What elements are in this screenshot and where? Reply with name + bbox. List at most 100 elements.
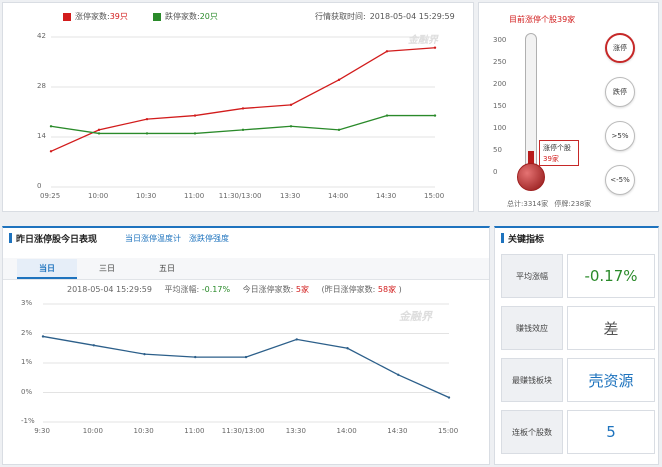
series-point-1: [49, 125, 53, 128]
info-time: 2018-05-04 15:29:59: [67, 285, 152, 294]
series-point-0: [41, 335, 45, 338]
prev-limit-label: (昨日涨停家数:: [321, 285, 376, 294]
limit-up-swatch: [63, 12, 71, 21]
thermometer-totals: 总计:3314家 停牌:238家: [507, 199, 591, 209]
y-tick-label: 42: [37, 32, 46, 40]
avg-change-label: 平均涨幅:: [164, 285, 200, 294]
series-point-0: [337, 78, 341, 82]
x-tick-label: 09:25: [40, 192, 61, 200]
indicator-label: 连板个股数: [501, 410, 563, 454]
tab-today[interactable]: 当日: [17, 259, 77, 279]
y-tick-label: -1%: [21, 417, 35, 425]
fetch-time-label: 行情获取时间:: [315, 12, 366, 21]
x-tick-label: 11:00: [184, 427, 205, 435]
series-point-1: [97, 132, 101, 135]
limit-down-label: 跌停家数:: [165, 12, 200, 21]
link-limit-strength[interactable]: 涨跌停强度: [189, 233, 229, 244]
section-title-text: 昨日涨停股今日表现: [16, 235, 98, 245]
title-accent-bar: [9, 233, 12, 243]
limit-up-value: 39只: [109, 12, 128, 21]
thermometer-tick: 300: [493, 36, 507, 44]
indicator-label: 赚钱效应: [501, 306, 563, 350]
chart-svg: [49, 36, 437, 188]
thermometer-panel: 目前涨停个股39家 300 250 200 150 100 50 0 涨停个股 39家 总计…: [478, 2, 659, 212]
filter-limit-down-button[interactable]: 跌停: [605, 77, 635, 107]
series-point-1: [193, 132, 197, 135]
series-point-0: [433, 46, 437, 49]
fetch-time-value: 2018-05-04 15:29:59: [369, 12, 455, 21]
y-tick-label: 1%: [21, 358, 33, 366]
x-tick-label: 15:00: [438, 427, 459, 435]
series-point-0: [244, 355, 248, 359]
y-tick-label: 0: [37, 182, 42, 190]
x-tick-label: 14:00: [328, 192, 349, 200]
series-point-0: [289, 103, 293, 107]
filter-up-5pct-button[interactable]: >5%: [605, 121, 635, 151]
indicator-value[interactable]: 壳资源: [567, 358, 655, 402]
indicator-label: 最赚钱板块: [501, 358, 563, 402]
x-tick-label: 14:00: [336, 427, 357, 435]
indicator-top-sector: 最赚钱板块 壳资源: [501, 358, 655, 402]
x-tick-label: 9:30: [34, 427, 50, 435]
thermometer-tick: 200: [493, 80, 507, 88]
indicator-value: 差: [567, 306, 655, 350]
series-point-1: [289, 125, 293, 128]
x-tick-label: 13:30: [280, 192, 301, 200]
x-tick-label: 10:30: [133, 427, 154, 435]
x-tick-label: 13:30: [285, 427, 306, 435]
thermometer-callout: 涨停个股 39家: [539, 140, 579, 166]
x-tick-label: 10:00: [88, 192, 109, 200]
indicator-value: 5: [567, 410, 655, 454]
performance-info: 2018-05-04 15:29:59 平均涨幅: -0.17% 今日涨停家数:…: [67, 284, 402, 295]
limit-count-chart-panel: 涨停家数: 39只 跌停家数: 20只 行情获取时间: 2018-05-04 1…: [2, 2, 474, 212]
chart-svg: [41, 303, 451, 423]
tab-three-days[interactable]: 三日: [77, 259, 137, 279]
series-point-0: [447, 396, 451, 399]
x-tick-label: 15:00: [424, 192, 445, 200]
thermometer-tick: 50: [493, 146, 502, 154]
indicators-accent-bar: [501, 233, 504, 243]
series-point-0: [97, 128, 101, 132]
indicator-avg-change: 平均涨幅 -0.17%: [501, 254, 655, 298]
y-tick-label: 3%: [21, 299, 33, 307]
x-tick-label: 14:30: [387, 427, 408, 435]
avg-change-value: -0.17%: [201, 285, 231, 294]
callout-value: 39家: [543, 155, 559, 163]
x-tick-label: 14:30: [376, 192, 397, 200]
x-tick-label: 11:30/13:00: [221, 427, 265, 435]
series-point-1: [433, 114, 437, 117]
series-point-1: [241, 128, 245, 132]
tab-five-days[interactable]: 五日: [137, 259, 197, 279]
x-tick-label: 11:00: [184, 192, 205, 200]
series-point-1: [385, 114, 389, 117]
thermometer-tick: 250: [493, 58, 507, 66]
series-point-0: [92, 344, 95, 347]
thermometer-tick: 100: [493, 124, 507, 132]
section-title: 昨日涨停股今日表现: [9, 232, 97, 245]
limit-down-swatch: [153, 12, 161, 21]
series-point-0: [145, 117, 149, 121]
series-line-0: [42, 335, 450, 399]
thermometer-bulb: [517, 163, 545, 191]
filter-down-5pct-button[interactable]: <-5%: [605, 165, 635, 195]
suspended-label: 停牌:: [554, 200, 571, 208]
yesterday-limit-up-panel: 昨日涨停股今日表现 当日涨停温度计 涨跌停强度 当日 三日 五日 2018-05…: [2, 226, 490, 465]
thermometer-tube: [525, 33, 537, 173]
series-line-0: [50, 47, 436, 152]
today-limit-label: 今日涨停家数:: [242, 285, 294, 294]
x-tick-label: 10:00: [82, 427, 103, 435]
y-tick-label: 2%: [21, 328, 33, 337]
today-limit-value: 5家: [295, 285, 309, 294]
y-tick-label: 14: [37, 132, 46, 140]
legend-limit-up: 涨停家数: 39只: [63, 11, 128, 22]
prev-limit-close: ): [398, 285, 402, 294]
series-point-0: [49, 150, 53, 153]
series-point-0: [397, 373, 400, 376]
indicator-consecutive-count: 连板个股数 5: [501, 410, 655, 454]
x-tick-label: 11:30/13:00: [218, 192, 262, 200]
link-thermometer[interactable]: 当日涨停温度计: [125, 233, 181, 244]
key-indicators-panel: 关键指标 平均涨幅 -0.17% 赚钱效应 差 最赚钱板块 壳资源 连板个股数 …: [494, 226, 659, 465]
callout-label: 涨停个股: [543, 144, 571, 152]
series-point-0: [143, 352, 146, 356]
filter-limit-up-button[interactable]: 涨停: [605, 33, 635, 63]
